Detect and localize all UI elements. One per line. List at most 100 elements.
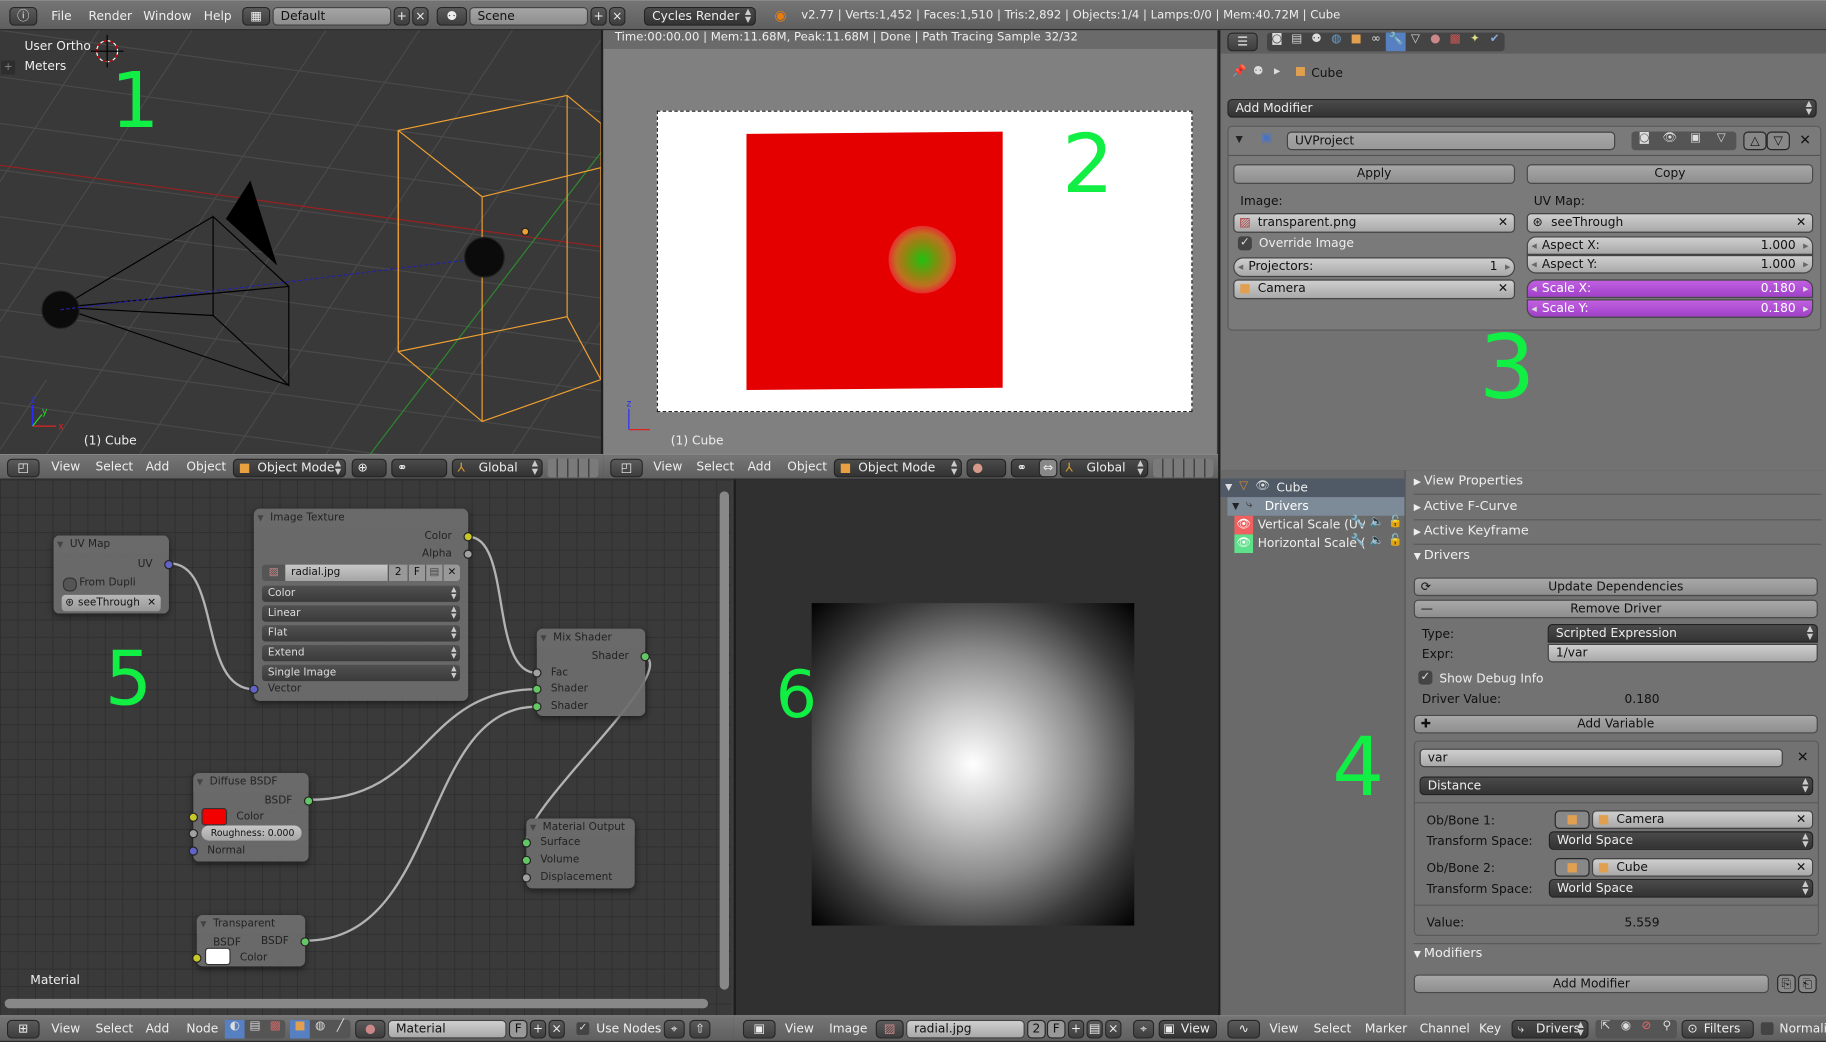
camera-viewport[interactable]: Time:00:00.00 | Mem:11.68M, Peak:11.68M … xyxy=(603,30,1217,455)
modifier-name-field[interactable]: UVProject xyxy=(1286,131,1616,151)
image-users-count[interactable]: 2 xyxy=(387,564,408,581)
unlink-material-button[interactable]: × xyxy=(548,1019,565,1039)
menu-file[interactable]: File xyxy=(51,9,71,23)
channel-color-eye-icon[interactable]: 👁 xyxy=(1234,515,1254,535)
snap-toggle[interactable]: ⌖ xyxy=(663,1019,685,1039)
tab-material-icon[interactable]: ● xyxy=(1425,33,1445,52)
tab-scene-icon[interactable]: ⚉ xyxy=(1307,33,1327,52)
menu-render[interactable]: Render xyxy=(89,9,133,23)
scale-y-field-driven[interactable]: ◀ Scale Y: 0.180 ▶ xyxy=(1526,299,1814,318)
alpha-output-socket[interactable] xyxy=(463,549,473,559)
scale-x-field-driven[interactable]: ◀ Scale X: 0.180 ▶ xyxy=(1526,279,1814,299)
tab-modifiers-wrench-icon[interactable]: 🔧 xyxy=(1385,32,1406,52)
fake-user-button[interactable]: F xyxy=(1046,1019,1066,1039)
remove-modifier-close-icon[interactable]: ✕ xyxy=(1799,132,1811,148)
roughness-input-socket[interactable] xyxy=(188,828,198,839)
bsdf-output-socket[interactable] xyxy=(300,937,310,947)
normal-input-socket[interactable] xyxy=(188,846,198,856)
viewport-3d[interactable]: z x y User Ortho Meters + (1) Cube 1 xyxy=(0,30,604,455)
node-diffuse-bsdf[interactable]: Diffuse BSDF BSDF Color Roughness: 0.000… xyxy=(188,773,314,862)
variable-type-select[interactable]: Distance ▲ ▼ xyxy=(1419,776,1814,796)
id-type-select-2[interactable]: ■ xyxy=(1554,858,1590,877)
color-output-socket[interactable] xyxy=(463,532,473,542)
layer-buttons[interactable] xyxy=(547,458,599,478)
menu-image[interactable]: Image xyxy=(829,1022,867,1036)
editor-type-button[interactable]: ▣ xyxy=(742,1019,776,1039)
color-swatch[interactable] xyxy=(201,807,228,826)
shader2-input-socket[interactable] xyxy=(532,702,542,712)
roughness-field[interactable]: Roughness: 0.000 xyxy=(201,825,302,841)
image-browse-icon[interactable]: ▨ xyxy=(262,564,286,581)
color-space-select[interactable]: Color ▲ ▼ xyxy=(262,585,460,602)
open-image-icon[interactable]: ▤ xyxy=(425,564,443,581)
clear-x-icon[interactable]: ✕ xyxy=(147,595,156,611)
panel-active-fcurve[interactable]: ▶ Active F-Curve xyxy=(1414,498,1822,519)
visibility-eye-icon[interactable]: 👁 xyxy=(1255,480,1270,493)
menu-view[interactable]: View xyxy=(51,1022,80,1036)
extension-select[interactable]: Extend ▲ ▼ xyxy=(262,644,460,662)
parent-node-tree-button[interactable]: ⇧ xyxy=(689,1019,711,1039)
only-selected-icon[interactable]: ⇱ xyxy=(1595,1020,1615,1039)
tab-texture-icon[interactable]: ▩ xyxy=(1445,33,1465,52)
clear-x-icon[interactable]: ✕ xyxy=(1796,811,1806,827)
mute-speaker-icon[interactable]: 🔈 xyxy=(1369,516,1384,529)
node-transparent-bsdf[interactable]: Transparent BSDF BSDF Color xyxy=(192,915,310,967)
use-nodes-checkbox[interactable]: ✓ xyxy=(576,1022,590,1036)
new-image-button[interactable]: + xyxy=(1067,1019,1085,1039)
add-screen-button[interactable]: + xyxy=(393,6,410,26)
node-uv-map[interactable]: UV Map UV From Dupli ⊛seeThrough ✕ xyxy=(53,535,174,614)
surface-input-socket[interactable] xyxy=(521,838,532,848)
menu-select[interactable]: Select xyxy=(95,460,133,474)
override-image-checkbox[interactable]: ✓ xyxy=(1237,236,1252,251)
menu-select[interactable]: Select xyxy=(1314,1022,1352,1036)
modifier-wrench-icon[interactable]: 🔧 xyxy=(1351,516,1366,529)
editor-type-button[interactable]: ∿ xyxy=(1227,1019,1261,1039)
interpolation-select[interactable]: Linear ▲ ▼ xyxy=(262,605,460,622)
image-users-count[interactable]: 2 xyxy=(1027,1019,1046,1039)
from-dupli-checkbox[interactable] xyxy=(62,577,77,592)
shading-select[interactable]: ⊕ xyxy=(351,458,387,478)
orientation-select[interactable]: ⅄ Global ▲ ▼ xyxy=(1059,458,1149,478)
channel-horizontal-scale[interactable]: 👁 Horizontal Scale (UVProject) 🔧 🔈 🔓 xyxy=(1234,534,1404,554)
delete-scene-button[interactable]: × xyxy=(609,6,626,26)
shading-select[interactable]: ● xyxy=(966,458,1007,478)
driver-type-select[interactable]: Scripted Expression ▲ ▼ xyxy=(1547,624,1818,643)
bsdf-output-socket[interactable] xyxy=(303,796,314,806)
orientation-select[interactable]: ⅄ Global ▲ ▼ xyxy=(451,458,543,478)
editor-type-info-button[interactable]: ⓘ xyxy=(9,6,38,26)
object-shader-icon[interactable]: ■ xyxy=(289,1019,311,1039)
compositing-nodes-icon[interactable]: ▤ xyxy=(245,1020,265,1039)
aspect-x-field[interactable]: ◀ Aspect X: 1.000 ▶ xyxy=(1526,236,1814,255)
color-swatch[interactable] xyxy=(204,947,231,966)
image-field[interactable]: ▨ transparent.png ✕ xyxy=(1233,213,1516,233)
search-icon[interactable]: ⚲ xyxy=(1657,1020,1677,1039)
show-hidden-icon[interactable]: ◉ xyxy=(1616,1020,1636,1039)
add-variable-button[interactable]: ✚ Add Variable xyxy=(1413,714,1818,734)
menu-marker[interactable]: Marker xyxy=(1365,1022,1407,1036)
id-type-select-1[interactable]: ■ xyxy=(1554,810,1590,829)
modifier-wrench-icon[interactable]: 🔧 xyxy=(1351,534,1366,547)
add-scene-button[interactable]: + xyxy=(590,6,607,26)
channel-color-eye-icon[interactable]: 👁 xyxy=(1234,534,1254,554)
projectors-field[interactable]: ◀ Projectors: 1 ▶ xyxy=(1233,257,1516,278)
menu-key[interactable]: Key xyxy=(1479,1022,1501,1036)
normalize-checkbox[interactable] xyxy=(1760,1022,1774,1036)
show-editmode-icon[interactable]: ▣ xyxy=(1683,132,1709,151)
render-engine-select[interactable]: Cycles Render ▲ ▼ xyxy=(643,6,756,26)
menu-view[interactable]: View xyxy=(785,1022,814,1036)
panel-view-properties[interactable]: ▶ View Properties xyxy=(1414,473,1822,494)
menu-view[interactable]: View xyxy=(1269,1022,1298,1036)
menu-help[interactable]: Help xyxy=(204,9,232,23)
show-cage-icon[interactable]: ▽ xyxy=(1708,132,1734,151)
tab-particles-icon[interactable]: ✦ xyxy=(1465,33,1485,52)
shader1-input-socket[interactable] xyxy=(532,684,542,694)
move-down-button[interactable]: ▽ xyxy=(1766,131,1790,151)
ob-bone-1-field[interactable]: ■ Camera ✕ xyxy=(1591,810,1814,829)
uv-output-socket[interactable] xyxy=(164,560,174,570)
linestyle-shader-icon[interactable]: ╱ xyxy=(330,1020,350,1039)
show-viewport-eye-icon[interactable]: 👁 xyxy=(1657,132,1683,151)
expression-field[interactable]: 1/var xyxy=(1547,643,1818,663)
add-modifier-select[interactable]: Add Modifier ▲ ▼ xyxy=(1227,98,1817,118)
projector-object-field[interactable]: ■ Camera ✕ xyxy=(1233,279,1516,300)
clear-x-icon[interactable]: ✕ xyxy=(1498,214,1508,231)
